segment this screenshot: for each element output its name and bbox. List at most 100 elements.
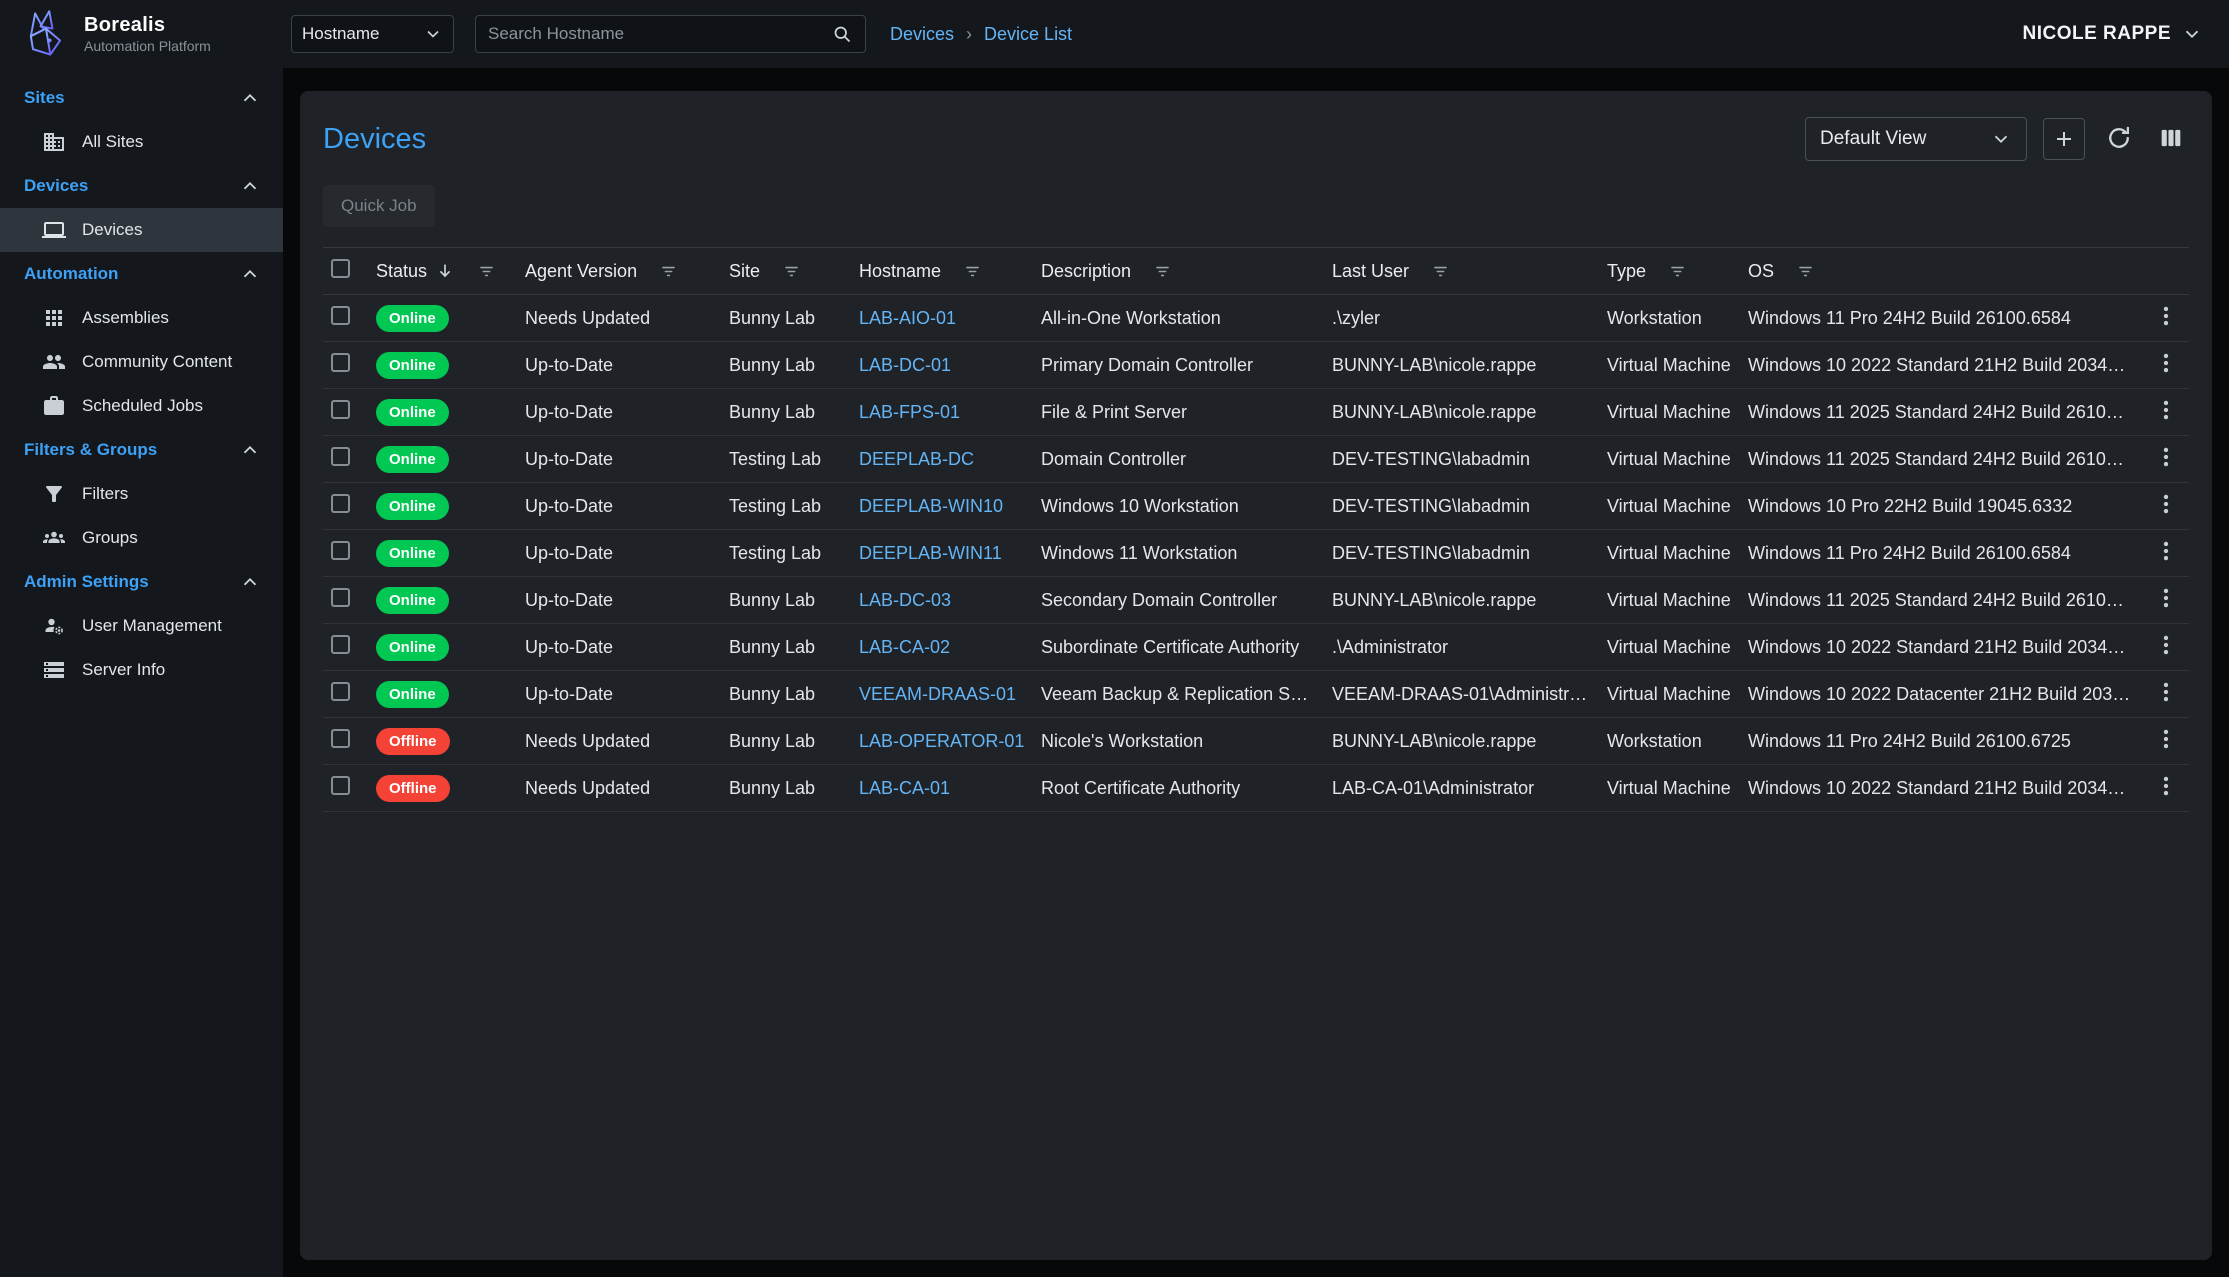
search-icon[interactable] [832, 24, 853, 45]
hostname-link[interactable]: DEEPLAB-WIN11 [857, 530, 1039, 577]
row-menu-icon[interactable] [2153, 773, 2179, 799]
hostname-link[interactable]: LAB-FPS-01 [857, 389, 1039, 436]
table-row[interactable]: Online Up-to-Date Bunny Lab LAB-CA-02 Su… [323, 624, 2189, 671]
table-row[interactable]: Online Up-to-Date Bunny Lab VEEAM-DRAAS-… [323, 671, 2189, 718]
row-menu-icon[interactable] [2153, 397, 2179, 423]
row-checkbox[interactable] [331, 682, 350, 701]
table-row[interactable]: Online Needs Updated Bunny Lab LAB-AIO-0… [323, 295, 2189, 342]
hostname-link[interactable]: VEEAM-DRAAS-01 [857, 671, 1039, 718]
column-filter-icon[interactable] [1796, 262, 1815, 281]
row-checkbox[interactable] [331, 588, 350, 607]
row-menu-icon[interactable] [2153, 303, 2179, 329]
row-checkbox[interactable] [331, 353, 350, 372]
column-header-hostname[interactable]: Hostname [857, 248, 1039, 295]
row-menu-icon[interactable] [2153, 679, 2179, 705]
section-label: Sites [24, 88, 65, 108]
columns-button[interactable] [2153, 120, 2189, 159]
type-cell: Workstation [1605, 295, 1746, 342]
table-row[interactable]: Offline Needs Updated Bunny Lab LAB-OPER… [323, 718, 2189, 765]
table-row[interactable]: Online Up-to-Date Testing Lab DEEPLAB-DC… [323, 436, 2189, 483]
view-selector[interactable]: Default View [1805, 117, 2027, 161]
column-filter-icon[interactable] [963, 262, 982, 281]
section-label: Automation [24, 264, 118, 284]
row-checkbox[interactable] [331, 400, 350, 419]
row-checkbox[interactable] [331, 447, 350, 466]
sidebar-section-filters-groups[interactable]: Filters & Groups [0, 428, 283, 472]
row-menu-icon[interactable] [2153, 726, 2179, 752]
sidebar-item-user-management[interactable]: User Management [0, 604, 283, 648]
status-badge: Online [376, 540, 449, 567]
last-user-cell: DEV-TESTING\labadmin [1330, 436, 1605, 483]
column-header-last-user[interactable]: Last User [1330, 248, 1605, 295]
sidebar-item-assemblies[interactable]: Assemblies [0, 296, 283, 340]
sidebar-item-all-sites[interactable]: All Sites [0, 120, 283, 164]
table-row[interactable]: Offline Needs Updated Bunny Lab LAB-CA-0… [323, 765, 2189, 812]
column-filter-icon[interactable] [782, 262, 801, 281]
row-menu-icon[interactable] [2153, 538, 2179, 564]
table-row[interactable]: Online Up-to-Date Bunny Lab LAB-DC-01 Pr… [323, 342, 2189, 389]
hostname-link[interactable]: LAB-DC-03 [857, 577, 1039, 624]
agent-version-cell: Needs Updated [523, 295, 727, 342]
sidebar-section-admin-settings[interactable]: Admin Settings [0, 560, 283, 604]
column-header-description[interactable]: Description [1039, 248, 1330, 295]
column-filter-icon[interactable] [1431, 262, 1450, 281]
column-header-status[interactable]: Status [374, 248, 523, 295]
sidebar-item-groups[interactable]: Groups [0, 516, 283, 560]
row-checkbox[interactable] [331, 776, 350, 795]
row-menu-icon[interactable] [2153, 491, 2179, 517]
hostname-link[interactable]: DEEPLAB-WIN10 [857, 483, 1039, 530]
sidebar-item-server-info[interactable]: Server Info [0, 648, 283, 692]
row-menu-icon[interactable] [2153, 632, 2179, 658]
row-checkbox[interactable] [331, 635, 350, 654]
row-menu-icon[interactable] [2153, 350, 2179, 376]
row-menu-icon[interactable] [2153, 585, 2179, 611]
column-header-site[interactable]: Site [727, 248, 857, 295]
select-all-checkbox[interactable] [331, 259, 350, 278]
column-label: Status [376, 261, 427, 282]
row-checkbox[interactable] [331, 729, 350, 748]
row-menu-icon[interactable] [2153, 444, 2179, 470]
chevron-up-icon [239, 87, 261, 109]
column-filter-icon[interactable] [1668, 262, 1687, 281]
refresh-button[interactable] [2101, 120, 2137, 159]
hostname-link[interactable]: LAB-DC-01 [857, 342, 1039, 389]
agent-version-cell: Needs Updated [523, 765, 727, 812]
sidebar-section-automation[interactable]: Automation [0, 252, 283, 296]
row-checkbox[interactable] [331, 494, 350, 513]
search-input[interactable] [488, 24, 832, 44]
column-header-agent-version[interactable]: Agent Version [523, 248, 727, 295]
sidebar-item-filters[interactable]: Filters [0, 472, 283, 516]
sidebar-item-devices[interactable]: Devices [0, 208, 283, 252]
column-filter-icon[interactable] [659, 262, 678, 281]
hostname-link[interactable]: LAB-CA-02 [857, 624, 1039, 671]
row-checkbox[interactable] [331, 306, 350, 325]
sidebar-item-community-content[interactable]: Community Content [0, 340, 283, 384]
table-row[interactable]: Online Up-to-Date Bunny Lab LAB-FPS-01 F… [323, 389, 2189, 436]
breadcrumb-devices[interactable]: Devices [890, 24, 954, 45]
quick-job-button[interactable]: Quick Job [323, 185, 435, 227]
row-checkbox[interactable] [331, 541, 350, 560]
column-header-os[interactable]: OS [1746, 248, 2143, 295]
filter-icon [42, 482, 66, 506]
sort-desc-icon[interactable] [435, 261, 455, 281]
search-field-selector[interactable]: Hostname [291, 15, 454, 53]
user-menu[interactable]: NICOLE RAPPE [2022, 23, 2203, 45]
agent-version-cell: Up-to-Date [523, 530, 727, 577]
sidebar-section-devices[interactable]: Devices [0, 164, 283, 208]
brand[interactable]: Borealis Automation Platform [0, 8, 283, 60]
hostname-link[interactable]: DEEPLAB-DC [857, 436, 1039, 483]
column-filter-icon[interactable] [477, 262, 496, 281]
table-row[interactable]: Online Up-to-Date Testing Lab DEEPLAB-WI… [323, 530, 2189, 577]
sidebar-section-sites[interactable]: Sites [0, 76, 283, 120]
table-row[interactable]: Online Up-to-Date Testing Lab DEEPLAB-WI… [323, 483, 2189, 530]
column-filter-icon[interactable] [1153, 262, 1172, 281]
table-row[interactable]: Online Up-to-Date Bunny Lab LAB-DC-03 Se… [323, 577, 2189, 624]
hostname-link[interactable]: LAB-AIO-01 [857, 295, 1039, 342]
hostname-link[interactable]: LAB-OPERATOR-01 [857, 718, 1039, 765]
sidebar-item-scheduled-jobs[interactable]: Scheduled Jobs [0, 384, 283, 428]
column-header-type[interactable]: Type [1605, 248, 1746, 295]
breadcrumb-device-list[interactable]: Device List [984, 24, 1072, 45]
add-view-button[interactable] [2043, 118, 2085, 160]
hostname-link[interactable]: LAB-CA-01 [857, 765, 1039, 812]
last-user-cell: LAB-CA-01\Administrator [1330, 765, 1605, 812]
